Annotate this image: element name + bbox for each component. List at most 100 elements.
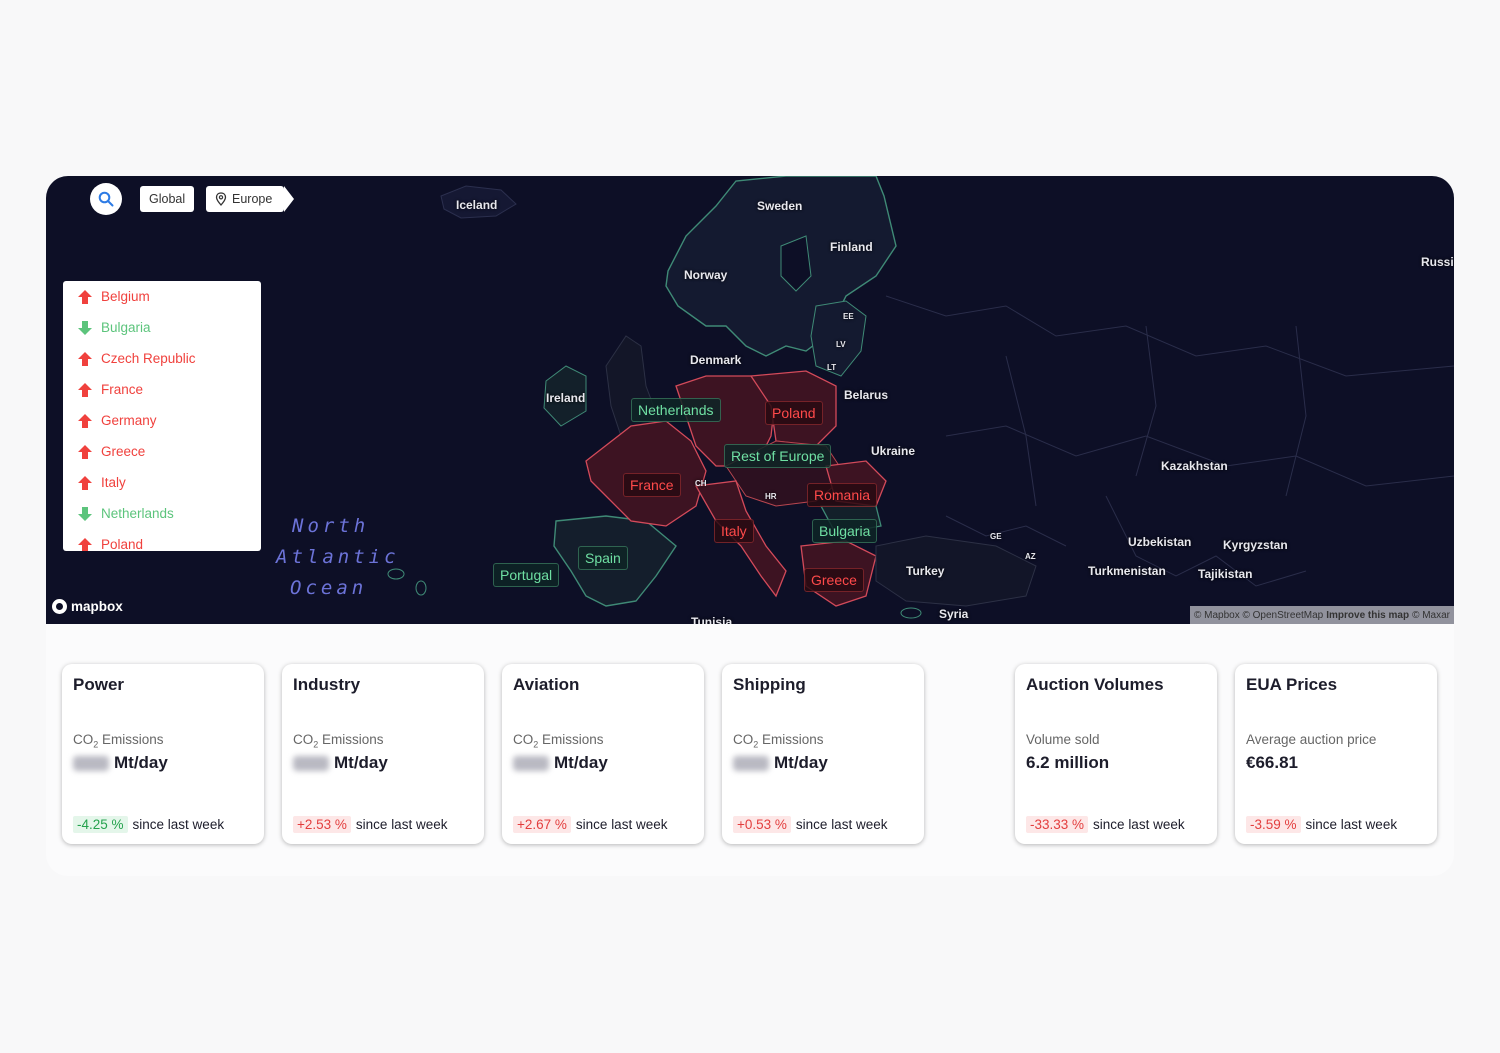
legend-item[interactable]: Belgium <box>63 281 261 312</box>
pin-icon <box>215 192 227 206</box>
arrow-up-icon <box>78 444 92 459</box>
map-tag-portugal[interactable]: Portugal <box>493 563 560 587</box>
legend-item-label: Netherlands <box>101 506 174 521</box>
redacted-value <box>73 755 109 771</box>
change-since: since last week <box>355 817 448 832</box>
stat-card[interactable]: Aviation CO2 Emissions Mt/day +2.67 % since … <box>502 664 704 844</box>
change-since: since last week <box>795 817 888 832</box>
change-badge: -33.33 % <box>1026 816 1089 833</box>
card-change: -3.59 % since last week <box>1246 816 1397 833</box>
legend-item-label: Italy <box>101 475 126 490</box>
card-title: Power <box>73 675 125 694</box>
card-value: Mt/day <box>73 753 168 773</box>
stat-card[interactable]: EUA Prices Average auction price €66.81 -3.… <box>1235 664 1437 844</box>
search-button[interactable] <box>90 183 122 215</box>
country-label: Ukraine <box>871 444 916 458</box>
arrow-up-icon <box>78 475 92 490</box>
stat-card[interactable]: Power CO2 Emissions Mt/day -4.25 % since las… <box>62 664 264 844</box>
legend-item[interactable]: France <box>63 374 261 405</box>
card-title: Aviation <box>513 675 580 694</box>
map-tag-bulgaria[interactable]: Bulgaria <box>812 519 878 543</box>
country-label: Finland <box>830 240 873 254</box>
country-label: Kyrgyzstan <box>1223 538 1288 552</box>
country-label: LV <box>836 340 846 349</box>
legend-item[interactable]: Greece <box>63 436 261 467</box>
card-value: €66.81 <box>1246 753 1298 772</box>
change-badge: +2.53 % <box>293 816 351 833</box>
dashboard-panel: Global Europe Belgium Bulgaria Czech Repub… <box>46 176 1454 876</box>
breadcrumb-europe-label: Europe <box>232 192 273 206</box>
country-label: Iceland <box>456 198 498 212</box>
map-tag-spain[interactable]: Spain <box>578 546 628 570</box>
legend-item[interactable]: Bulgaria <box>63 312 261 343</box>
map-tag-rest-of-europe[interactable]: Rest of Europe <box>724 444 832 468</box>
country-label: Tajikistan <box>1198 567 1253 581</box>
ocean-label: North Atlantic Ocean <box>276 515 400 599</box>
breadcrumb-global[interactable]: Global <box>140 186 195 212</box>
card-change: +0.53 % since last week <box>733 816 887 833</box>
map-tag-greece[interactable]: Greece <box>804 568 864 592</box>
redacted-value <box>733 755 769 771</box>
redacted-value <box>293 755 329 771</box>
country-label: AZ <box>1025 552 1036 561</box>
card-metric-label: CO2 Emissions <box>733 732 824 750</box>
card-value: Mt/day <box>513 753 608 773</box>
map-tag-poland[interactable]: Poland <box>765 401 823 425</box>
country-label: CH <box>695 479 707 488</box>
search-icon <box>98 191 114 207</box>
legend-item[interactable]: Czech Republic <box>63 343 261 374</box>
legend-item[interactable]: Italy <box>63 467 261 498</box>
map[interactable]: Global Europe Belgium Bulgaria Czech Repub… <box>46 176 1454 624</box>
country-label: Belarus <box>844 388 889 402</box>
legend-item-label: Poland <box>101 537 144 551</box>
card-title: Industry <box>293 675 361 694</box>
country-label: Sweden <box>757 199 803 213</box>
change-badge: +2.67 % <box>513 816 571 833</box>
country-label: Turkmenistan <box>1088 564 1166 578</box>
improve-map-link[interactable]: Improve this map <box>1326 610 1409 621</box>
change-badge: -4.25 % <box>73 816 128 833</box>
country-label: LT <box>827 363 837 372</box>
country-label: Turkey <box>906 564 945 578</box>
card-change: -33.33 % since last week <box>1026 816 1185 833</box>
mapbox-icon <box>52 599 67 614</box>
arrow-up-icon <box>78 289 92 304</box>
country-label: Tunisia <box>691 615 733 624</box>
change-since: since last week <box>1305 817 1398 832</box>
legend-item[interactable]: Germany <box>63 405 261 436</box>
stat-card[interactable]: Industry CO2 Emissions Mt/day +2.53 % since … <box>282 664 484 844</box>
country-label: HR <box>765 492 777 501</box>
map-tag-netherlands[interactable]: Netherlands <box>631 398 721 422</box>
arrow-up-icon <box>78 413 92 428</box>
card-title: Shipping <box>733 675 806 694</box>
card-value: 6.2 million <box>1026 753 1110 772</box>
arrow-down-icon <box>78 320 92 335</box>
arrow-down-icon <box>78 506 92 521</box>
legend-item-label: France <box>101 382 144 397</box>
map-tag-italy[interactable]: Italy <box>714 519 754 543</box>
legend-item-label: Belgium <box>101 289 150 304</box>
redacted-value <box>513 755 549 771</box>
card-value: Mt/day <box>733 753 828 773</box>
map-tag-france[interactable]: France <box>623 473 681 497</box>
card-title: Auction Volumes <box>1026 675 1164 694</box>
legend-item-label: Bulgaria <box>101 320 151 335</box>
mapbox-logo[interactable]: mapbox <box>52 599 123 614</box>
country-legend[interactable]: Belgium Bulgaria Czech Republic France Germa… <box>63 281 261 551</box>
card-metric-label: CO2 Emissions <box>73 732 164 750</box>
legend-item-label: Germany <box>101 413 157 428</box>
legend-item[interactable]: Poland <box>63 529 261 551</box>
change-badge: +0.53 % <box>733 816 791 833</box>
country-label: GE <box>990 532 1002 541</box>
map-tag-romania[interactable]: Romania <box>807 483 878 507</box>
stat-card[interactable]: Shipping CO2 Emissions Mt/day +0.53 % since … <box>722 664 924 844</box>
card-change: +2.67 % since last week <box>513 816 667 833</box>
stat-card[interactable]: Auction Volumes Volume sold 6.2 million -33… <box>1015 664 1217 844</box>
change-badge: -3.59 % <box>1246 816 1301 833</box>
country-label: Syria <box>939 607 969 621</box>
country-label: Russia <box>1421 255 1454 269</box>
country-label: Uzbekistan <box>1128 535 1192 549</box>
breadcrumb-europe[interactable]: Europe <box>206 186 295 212</box>
legend-item[interactable]: Netherlands <box>63 498 261 529</box>
card-metric-label: CO2 Emissions <box>293 732 384 750</box>
